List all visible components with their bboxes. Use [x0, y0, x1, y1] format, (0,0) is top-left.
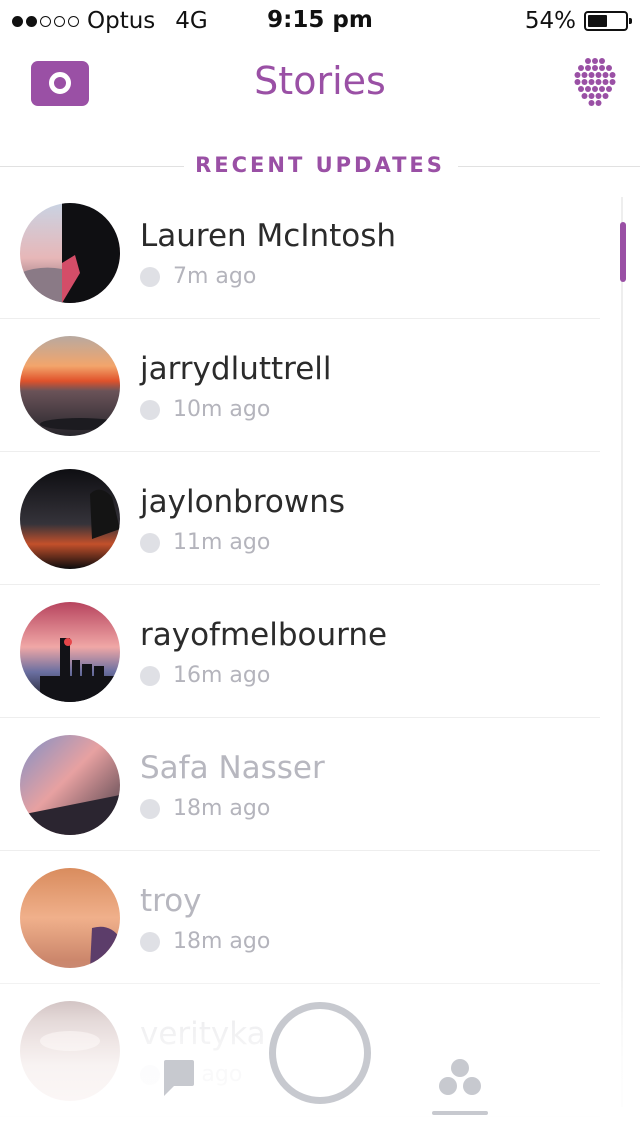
section-header: RECENT UPDATES [0, 150, 640, 184]
discover-dot [581, 79, 588, 85]
discover-dot [578, 86, 584, 92]
discover-dot [599, 86, 605, 92]
discover-dot [592, 65, 598, 71]
discover-dot [595, 72, 602, 78]
discover-dot [609, 72, 616, 78]
story-row[interactable]: jaylonbrowns 11m ago [0, 452, 600, 585]
discover-icon[interactable] [570, 57, 620, 109]
story-timestamp: 11m ago [173, 530, 271, 555]
story-name: Lauren McIntosh [140, 218, 397, 254]
discover-dot [585, 58, 591, 64]
discover-dot [578, 65, 584, 71]
story-thumbnail[interactable] [20, 868, 120, 968]
story-meta: 18m ago [140, 796, 270, 821]
story-thumbnail[interactable] [20, 336, 120, 436]
stories-screen: Optus 4G 9:15 pm 54% Stories RECENT UPDA… [0, 0, 640, 1136]
story-status-icon [140, 266, 160, 287]
story-thumbnail[interactable] [20, 203, 120, 303]
top-nav: Stories [0, 40, 640, 132]
story-timestamp: 16m ago [173, 663, 271, 688]
capture-button[interactable] [269, 1002, 371, 1104]
chat-icon[interactable] [160, 1058, 196, 1100]
discover-dot [599, 58, 605, 64]
discover-dot [588, 72, 595, 78]
stories-icon[interactable] [432, 1056, 488, 1120]
discover-dot [592, 58, 598, 64]
story-meta: 11m ago [140, 530, 270, 555]
battery-nub [629, 18, 632, 24]
story-thumbnail[interactable] [20, 735, 120, 835]
discover-dot [574, 79, 581, 85]
discover-dot [588, 79, 595, 85]
story-timestamp: 18m ago [173, 929, 271, 954]
story-timestamp: 18m ago [173, 796, 271, 821]
story-status-icon [140, 798, 160, 819]
page-title: Stories [254, 59, 386, 103]
story-thumbnail[interactable] [20, 469, 120, 569]
story-timestamp: 7m ago [173, 264, 257, 289]
story-row[interactable]: Lauren McIntosh 7m ago [0, 186, 600, 319]
story-row[interactable]: rayofmelbourne 16m ago [0, 585, 600, 718]
section-title: RECENT UPDATES [195, 153, 445, 177]
story-row[interactable]: troy 18m ago [0, 851, 600, 984]
discover-dot [602, 72, 609, 78]
discover-dot [606, 86, 612, 92]
status-bar: Optus 4G 9:15 pm 54% [0, 0, 640, 40]
story-name: Safa Nasser [140, 750, 325, 786]
story-name: rayofmelbourne [140, 617, 388, 653]
scrollbar-track[interactable] [621, 197, 623, 1107]
story-status-icon [140, 931, 160, 952]
bottom-nav [0, 990, 640, 1136]
story-row[interactable]: jarrydluttrell 10m ago [0, 319, 600, 452]
scrollbar-thumb[interactable] [620, 222, 626, 282]
story-timestamp: 10m ago [173, 397, 271, 422]
discover-dot [588, 93, 595, 99]
story-meta: 7m ago [140, 264, 256, 289]
discover-dot [595, 100, 602, 106]
discover-dot [595, 93, 602, 99]
discover-dot [585, 65, 591, 71]
discover-dot [592, 86, 598, 92]
story-name: troy [140, 883, 202, 919]
discover-dot [602, 79, 609, 85]
discover-dot [585, 86, 591, 92]
story-name: jaylonbrowns [140, 484, 346, 520]
discover-dot [595, 79, 602, 85]
story-list: Lauren McIntosh 7m ago jarrydluttrell 10m a… [0, 186, 600, 1117]
battery-percent: 54% [524, 8, 576, 34]
story-status-icon [140, 532, 160, 553]
battery-icon [584, 11, 632, 31]
discover-dot [599, 65, 605, 71]
divider [458, 166, 640, 167]
story-name: jarrydluttrell [140, 351, 332, 387]
discover-dot [588, 100, 595, 106]
story-thumbnail[interactable] [20, 602, 120, 702]
discover-dot [609, 79, 616, 85]
battery-fill [588, 15, 607, 27]
story-status-icon [140, 665, 160, 686]
story-meta: 18m ago [140, 929, 270, 954]
discover-dot [606, 65, 612, 71]
discover-dot [581, 93, 588, 99]
discover-dot [574, 72, 581, 78]
discover-dot [602, 93, 609, 99]
story-meta: 10m ago [140, 397, 270, 422]
story-meta: 16m ago [140, 663, 270, 688]
discover-dot [581, 72, 588, 78]
status-bar-right: 54% [524, 8, 632, 34]
story-status-icon [140, 399, 160, 420]
story-row[interactable]: Safa Nasser 18m ago [0, 718, 600, 851]
